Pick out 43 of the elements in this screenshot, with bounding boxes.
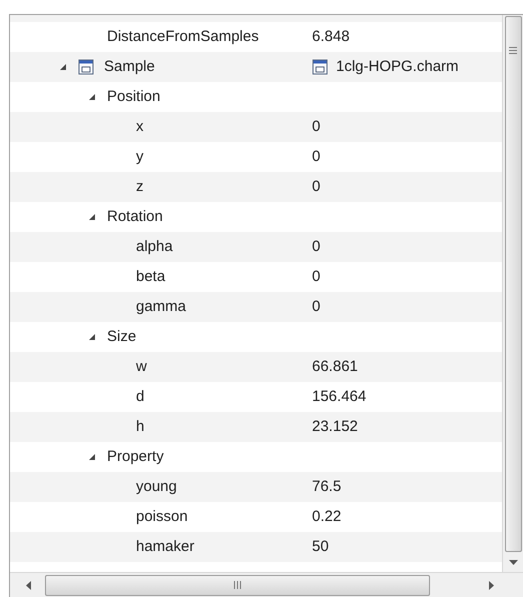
- scroll-down-icon[interactable]: [508, 560, 518, 565]
- property-name: young: [136, 476, 177, 497]
- property-value: 156.464: [312, 386, 366, 407]
- property-value: 0: [312, 296, 320, 317]
- property-name: z: [136, 176, 144, 197]
- property-name: Rotation: [107, 206, 163, 227]
- horizontal-scrollbar[interactable]: [10, 572, 523, 597]
- property-name: Sample: [104, 56, 155, 77]
- window-icon: [78, 59, 94, 75]
- property-name: DistanceFromSamples: [107, 26, 259, 47]
- property-name: gamma: [136, 296, 186, 317]
- property-value: 0: [312, 236, 320, 257]
- property-value: 6.848: [312, 26, 350, 47]
- property-value: 0: [312, 176, 320, 197]
- property-name: beta: [136, 266, 166, 287]
- property-value: 50: [312, 536, 329, 557]
- scrollbar-thumb[interactable]: [504, 16, 522, 552]
- property-name: h: [136, 416, 144, 437]
- property-value: 0: [312, 116, 320, 137]
- property-value: 0.22: [312, 506, 342, 527]
- property-name: x: [136, 116, 144, 137]
- property-name: d: [136, 386, 144, 407]
- grip-icon: [509, 47, 517, 54]
- scroll-left-icon[interactable]: [26, 580, 31, 590]
- property-name: w: [136, 356, 147, 377]
- scrollbar-thumb[interactable]: [45, 574, 430, 596]
- property-value: 23.152: [312, 416, 358, 437]
- window-icon: [312, 59, 328, 75]
- property-value: 0: [312, 266, 320, 287]
- property-name: alpha: [136, 236, 173, 257]
- property-value: 0: [312, 146, 320, 167]
- property-value: 76.5: [312, 476, 342, 497]
- property-name: y: [136, 146, 144, 167]
- vertical-scrollbar[interactable]: [502, 15, 523, 572]
- property-name: poisson: [136, 506, 188, 527]
- property-value: 1clg-HOPG.charm: [336, 56, 459, 77]
- property-name: Size: [107, 326, 136, 347]
- property-name: hamaker: [136, 536, 194, 557]
- property-name: Position: [107, 86, 160, 107]
- property-name: Property: [107, 446, 164, 467]
- grip-icon: [234, 581, 241, 589]
- scroll-right-icon[interactable]: [489, 580, 494, 590]
- property-value: 66.861: [312, 356, 358, 377]
